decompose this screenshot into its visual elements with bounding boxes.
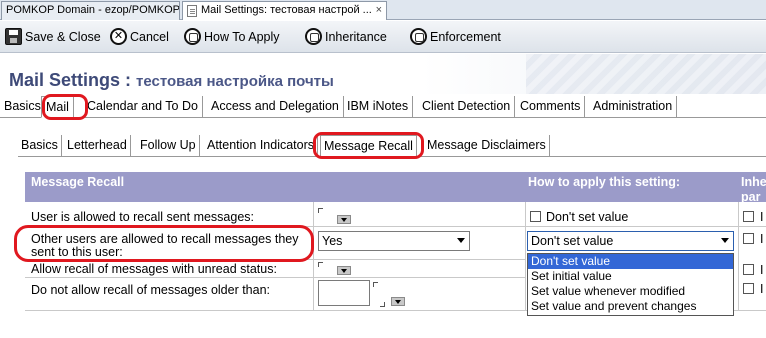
- save-and-close-button[interactable]: Save & Close: [3, 26, 101, 48]
- inherit-checkbox-label: I: [760, 232, 764, 246]
- row-divider: [25, 277, 525, 278]
- column-divider: [313, 202, 314, 310]
- other-users-recall-select[interactable]: Yes: [318, 231, 470, 251]
- tab-basics[interactable]: Basics: [0, 96, 46, 118]
- annotation-highlight-mail-tab: [42, 94, 88, 120]
- dropdown-option[interactable]: Set value whenever modified: [528, 284, 733, 299]
- enforcement-label: Enforcement: [430, 30, 501, 44]
- section-header: Message Recall How to apply this setting…: [25, 172, 766, 204]
- tab-calendar-and-todo[interactable]: Calendar and To Do: [83, 96, 203, 118]
- inherit-checkbox[interactable]: [743, 264, 754, 275]
- cancel-button[interactable]: ✕ Cancel: [108, 26, 169, 48]
- enforcement-icon: [410, 28, 427, 45]
- section-title: Message Recall: [31, 175, 125, 189]
- window-tab-bar: POMKOP Domain - ezop/POMKOP Mail Setting…: [0, 0, 766, 20]
- inherit-checkbox[interactable]: [743, 211, 754, 222]
- main-tab-bar: Basics Mail Calendar and To Do Access an…: [0, 96, 766, 118]
- dont-set-value-checkbox[interactable]: [530, 211, 541, 222]
- page-title-sub: тестовая настройка почты: [136, 73, 334, 90]
- document-icon: [187, 5, 197, 17]
- row-label-older-than: Do not allow recall of messages older th…: [31, 283, 271, 297]
- tab-access-and-delegation[interactable]: Access and Delegation: [207, 96, 344, 118]
- dont-set-value-label: Don't set value: [546, 210, 629, 224]
- field-marker-icon: [373, 282, 378, 287]
- window-tab-label: POMKOP Domain - ezop/POMKOP: [6, 4, 180, 16]
- row-label-user-recall: User is allowed to recall sent messages:: [31, 210, 255, 224]
- tab-client-detection[interactable]: Client Detection: [418, 96, 516, 118]
- annotation-highlight-other-users-row: [14, 225, 314, 262]
- inherit-checkbox-label: I: [760, 263, 764, 277]
- cancel-label: Cancel: [130, 30, 169, 44]
- cancel-icon: ✕: [110, 28, 127, 45]
- column-divider: [738, 202, 739, 310]
- subtab-follow-up[interactable]: Follow Up: [137, 135, 200, 157]
- field-marker-icon: [380, 302, 385, 307]
- inherit-header: Inhe par: [741, 175, 766, 204]
- tab-ibm-inotes[interactable]: IBM iNotes: [343, 96, 414, 118]
- inherit-checkbox-label: I: [760, 210, 764, 224]
- field-options-button[interactable]: [337, 266, 351, 275]
- inheritance-label: Inheritance: [325, 30, 387, 44]
- how-to-apply-icon: [184, 28, 201, 45]
- row-label-unread-recall: Allow recall of messages with unread sta…: [31, 262, 277, 276]
- dropdown-option[interactable]: Set value and prevent changes: [528, 299, 733, 314]
- page-title: Mail Settings : тестовая настройка почты: [9, 70, 334, 91]
- close-icon[interactable]: ×: [376, 2, 382, 19]
- column-divider: [525, 202, 526, 310]
- how-to-apply-button[interactable]: How To Apply: [182, 26, 280, 48]
- how-to-apply-header: How to apply this setting:: [528, 175, 681, 189]
- title-decoration: [526, 54, 766, 94]
- field-options-button[interactable]: [391, 297, 405, 306]
- annotation-highlight-message-recall-tab: [313, 132, 424, 159]
- action-bar: Save & Close ✕ Cancel How To Apply Inheri…: [0, 21, 766, 53]
- save-icon: [5, 28, 22, 45]
- subtab-basics[interactable]: Basics: [18, 135, 62, 157]
- field-options-button[interactable]: [337, 215, 351, 224]
- chevron-down-icon: [721, 238, 729, 243]
- field-marker-icon: [318, 208, 323, 213]
- subtab-attention-indicators[interactable]: Attention Indicators: [204, 135, 319, 157]
- save-and-close-label: Save & Close: [25, 30, 101, 44]
- tab-administration[interactable]: Administration: [589, 96, 678, 118]
- page-title-separator: :: [120, 70, 137, 90]
- title-band: Mail Settings : тестовая настройка почты: [0, 54, 766, 94]
- tab-comments[interactable]: Comments: [516, 96, 586, 118]
- page-title-main: Mail Settings: [9, 70, 121, 90]
- recall-age-input[interactable]: [318, 280, 370, 306]
- subtab-letterhead[interactable]: Letterhead: [64, 135, 131, 157]
- inheritance-icon: [305, 28, 322, 45]
- inherit-checkbox-label: I: [760, 282, 764, 296]
- how-to-apply-label: How To Apply: [204, 30, 280, 44]
- subtab-message-disclaimers[interactable]: Message Disclaimers: [424, 135, 550, 157]
- chevron-down-icon: [457, 238, 465, 243]
- inherit-checkbox[interactable]: [743, 233, 754, 244]
- how-to-apply-select[interactable]: Don't set value: [527, 231, 734, 251]
- dropdown-option[interactable]: Set initial value: [528, 269, 733, 284]
- inherit-checkbox[interactable]: [743, 283, 754, 294]
- how-to-apply-value: Don't set value: [531, 234, 614, 248]
- enforcement-button[interactable]: Enforcement: [408, 26, 501, 48]
- other-users-recall-value: Yes: [322, 234, 343, 248]
- window-tab-mail-settings[interactable]: Mail Settings: тестовая настрой ... ×: [182, 1, 387, 20]
- window-tab-label: Mail Settings: тестовая настрой ...: [201, 4, 372, 16]
- how-to-apply-dropdown-list: Don't set value Set initial value Set va…: [527, 253, 734, 316]
- field-marker-icon: [318, 262, 323, 267]
- dropdown-option[interactable]: Don't set value: [528, 254, 733, 269]
- inheritance-button[interactable]: Inheritance: [303, 26, 387, 48]
- window-tab-domain[interactable]: POMKOP Domain - ezop/POMKOP: [1, 1, 180, 20]
